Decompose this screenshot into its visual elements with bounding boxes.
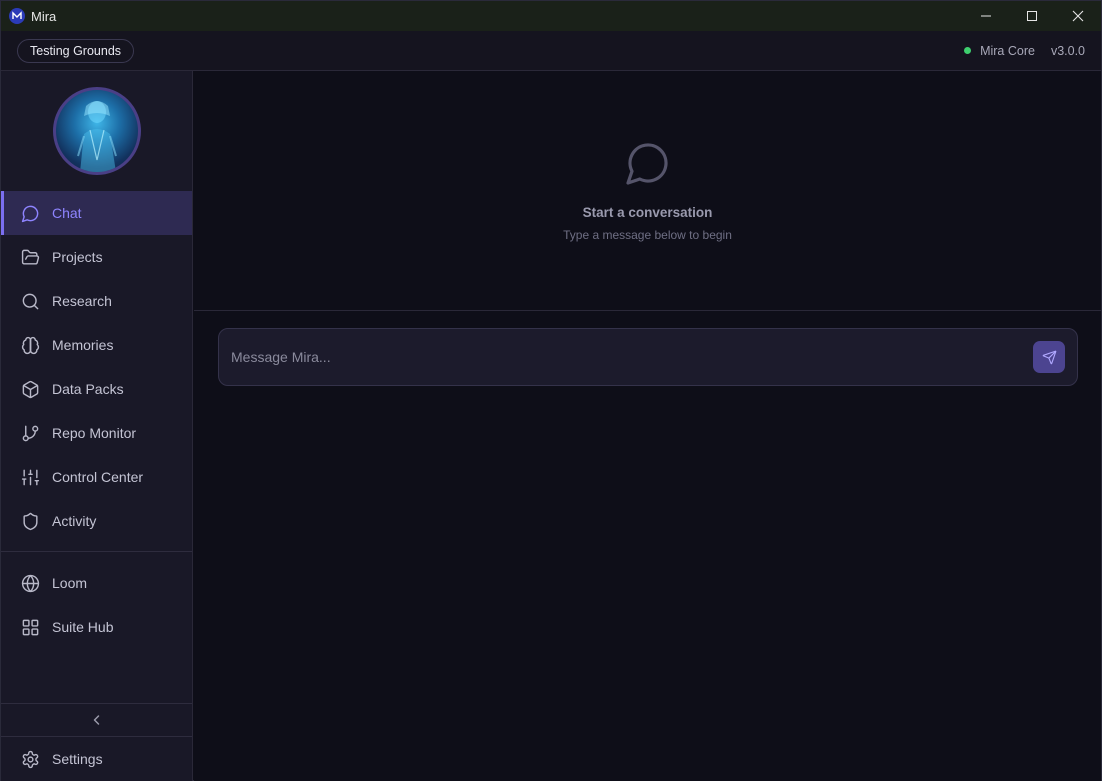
sidebar-item-loom[interactable]: Loom (1, 561, 192, 605)
close-icon (1072, 10, 1084, 22)
empty-state: Start a conversation Type a message belo… (194, 71, 1101, 311)
chat-bubble-icon (625, 143, 668, 185)
sidebar-item-research[interactable]: Research (1, 279, 192, 323)
empty-state-title: Start a conversation (582, 205, 713, 220)
primary-nav: Chat Projects Research Memories Data Pac… (1, 191, 192, 543)
sidebar-item-activity[interactable]: Activity (1, 499, 192, 543)
workspace-selector[interactable]: Testing Grounds (17, 38, 135, 63)
sidebar-item-label: Data Packs (52, 381, 124, 397)
sidebar-item-label: Chat (52, 205, 82, 221)
sidebar-item-label: Memories (52, 337, 114, 353)
sidebar-item-settings[interactable]: Settings (1, 737, 192, 781)
message-input[interactable] (231, 349, 1033, 365)
top-bar: Testing Grounds Mira Core v3.0.0 (1, 31, 1101, 71)
collapse-sidebar-button[interactable] (1, 703, 192, 737)
window-title: Mira (31, 8, 57, 24)
sidebar-item-repo-monitor[interactable]: Repo Monitor (1, 411, 192, 455)
chevron-left-icon (93, 715, 99, 725)
empty-state-subtitle: Type a message below to begin (563, 228, 732, 242)
status-dot (964, 47, 972, 54)
status-label: Mira Core (980, 43, 1035, 58)
sidebar-item-chat[interactable]: Chat (1, 191, 192, 235)
minimize-button[interactable] (963, 1, 1009, 31)
send-icon (1042, 350, 1056, 364)
sidebar-item-label: Repo Monitor (52, 425, 137, 441)
secondary-nav: Loom Suite Hub (1, 561, 192, 649)
message-composer (218, 328, 1078, 386)
sidebar-item-label: Activity (52, 513, 97, 529)
git-branch-icon (20, 423, 40, 443)
maximize-icon (1027, 11, 1037, 21)
sidebar: Chat Projects Research Memories Data Pac… (1, 71, 193, 781)
sliders-icon (20, 467, 40, 487)
title-bar: Mira (1, 1, 1101, 31)
version-label: v3.0.0 (1050, 43, 1085, 58)
avatar-container (1, 71, 192, 191)
sidebar-item-control-center[interactable]: Control Center (1, 455, 192, 499)
settings-section: Settings (1, 737, 192, 781)
sidebar-divider (1, 551, 192, 552)
window-controls (963, 1, 1101, 31)
avatar-figure-icon (76, 101, 117, 172)
sidebar-item-label: Suite Hub (52, 619, 114, 635)
gear-icon (20, 749, 40, 769)
sidebar-item-label: Loom (52, 575, 88, 591)
globe-icon (20, 573, 40, 593)
sidebar-item-label: Research (52, 293, 112, 309)
sidebar-item-suite-hub[interactable]: Suite Hub (1, 605, 192, 649)
app-logo-icon (9, 8, 25, 24)
close-button[interactable] (1055, 1, 1101, 31)
folder-icon (20, 247, 40, 267)
shield-icon (20, 511, 40, 531)
sidebar-item-label: Settings (52, 751, 103, 767)
grid-icon (20, 617, 40, 637)
search-icon (20, 291, 40, 311)
sidebar-item-label: Control Center (52, 469, 144, 485)
maximize-button[interactable] (1009, 1, 1055, 31)
avatar[interactable] (52, 87, 141, 175)
sidebar-item-data-packs[interactable]: Data Packs (1, 367, 192, 411)
app-window: Mira Testing Grounds Mira Core v3.0.0 Ch… (0, 0, 1102, 781)
status-indicator: Mira Core v3.0.0 (964, 44, 1085, 58)
sidebar-item-projects[interactable]: Projects (1, 235, 192, 279)
sidebar-item-label: Projects (52, 249, 103, 265)
send-button[interactable] (1033, 341, 1065, 373)
sidebar-item-memories[interactable]: Memories (1, 323, 192, 367)
minimize-icon (981, 15, 991, 17)
brain-icon (20, 335, 40, 355)
chat-main: Start a conversation Type a message belo… (194, 71, 1101, 781)
package-icon (20, 379, 40, 399)
chat-bubble-icon (20, 203, 40, 223)
